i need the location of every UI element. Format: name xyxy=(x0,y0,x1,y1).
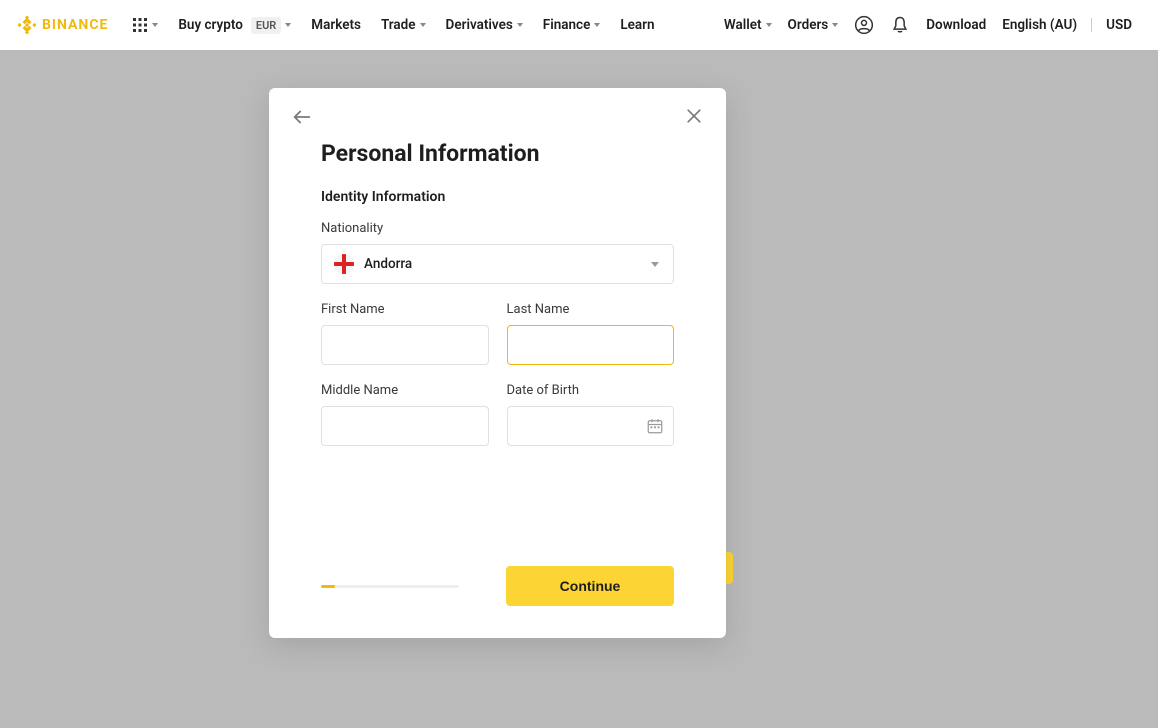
modal-subtitle: Identity Information xyxy=(321,189,674,205)
separator xyxy=(1091,18,1092,32)
background-button-fragment xyxy=(725,552,733,584)
nav-derivatives[interactable]: Derivatives xyxy=(436,17,533,33)
nationality-value: Andorra xyxy=(364,256,412,272)
middle-name-label: Middle Name xyxy=(321,383,489,398)
back-arrow-icon[interactable] xyxy=(291,106,313,128)
chevron-down-icon xyxy=(285,23,291,27)
chevron-down-icon xyxy=(517,23,523,27)
continue-button[interactable]: Continue xyxy=(506,566,674,606)
chevron-down-icon xyxy=(594,23,600,27)
close-icon[interactable] xyxy=(684,106,704,126)
nav-label: Learn xyxy=(620,17,654,33)
nav-label: Orders xyxy=(788,17,829,33)
person-circle-icon xyxy=(854,15,874,35)
nav-orders[interactable]: Orders xyxy=(780,17,847,33)
nav-learn[interactable]: Learn xyxy=(610,17,664,33)
last-name-input[interactable] xyxy=(507,325,675,365)
eur-badge: EUR xyxy=(251,17,281,34)
chevron-down-icon xyxy=(152,23,158,27)
nav-buy-crypto[interactable]: Buy crypto EUR xyxy=(168,17,301,34)
chevron-down-icon xyxy=(651,262,659,267)
nav-trade[interactable]: Trade xyxy=(371,17,436,33)
nav-label: Markets xyxy=(311,17,361,33)
nav-label: Derivatives xyxy=(446,17,513,33)
nav-label: Buy crypto xyxy=(178,17,243,33)
nav-language[interactable]: English (AU) xyxy=(994,17,1085,33)
first-name-input[interactable] xyxy=(321,325,489,365)
chevron-down-icon xyxy=(766,23,772,27)
nav-label: English (AU) xyxy=(1002,17,1077,33)
nav-wallet[interactable]: Wallet xyxy=(716,17,780,33)
nav-label: Wallet xyxy=(724,17,762,33)
account-icon-button[interactable] xyxy=(846,15,882,35)
dob-label: Date of Birth xyxy=(507,383,675,398)
modal-title: Personal Information xyxy=(321,140,674,167)
nav-label: Trade xyxy=(381,17,416,33)
logo[interactable]: BINANCE xyxy=(18,16,108,34)
binance-logo-icon xyxy=(18,16,36,34)
progress-fill xyxy=(321,585,335,588)
nav-label: Download xyxy=(926,17,986,33)
apps-grid-menu[interactable] xyxy=(122,17,168,33)
nav-right: Wallet Orders Download English (AU) xyxy=(716,15,1140,35)
nav-currency[interactable]: USD xyxy=(1098,17,1140,33)
nav-download[interactable]: Download xyxy=(918,17,994,33)
progress-bar xyxy=(321,585,459,588)
logo-text: BINANCE xyxy=(42,17,108,33)
middle-name-input[interactable] xyxy=(321,406,489,446)
nav-label: Finance xyxy=(543,17,591,33)
nav-label: USD xyxy=(1106,17,1132,33)
nav-left: Buy crypto EUR Markets Trade Derivatives… xyxy=(168,17,664,34)
grid-icon xyxy=(132,17,148,33)
dob-input[interactable] xyxy=(507,406,675,446)
last-name-label: Last Name xyxy=(507,302,675,317)
header-bar: BINANCE Buy crypto EUR Markets Trade Der… xyxy=(0,0,1158,50)
nationality-select[interactable]: Andorra xyxy=(321,244,674,284)
flag-icon xyxy=(334,254,354,274)
bell-icon xyxy=(890,15,910,35)
chevron-down-icon xyxy=(832,23,838,27)
chevron-down-icon xyxy=(420,23,426,27)
notifications-button[interactable] xyxy=(882,15,918,35)
first-name-label: First Name xyxy=(321,302,489,317)
personal-information-modal: Personal Information Identity Informatio… xyxy=(269,88,726,638)
nationality-label: Nationality xyxy=(321,221,674,236)
nav-markets[interactable]: Markets xyxy=(301,17,371,33)
nav-finance[interactable]: Finance xyxy=(533,17,611,33)
